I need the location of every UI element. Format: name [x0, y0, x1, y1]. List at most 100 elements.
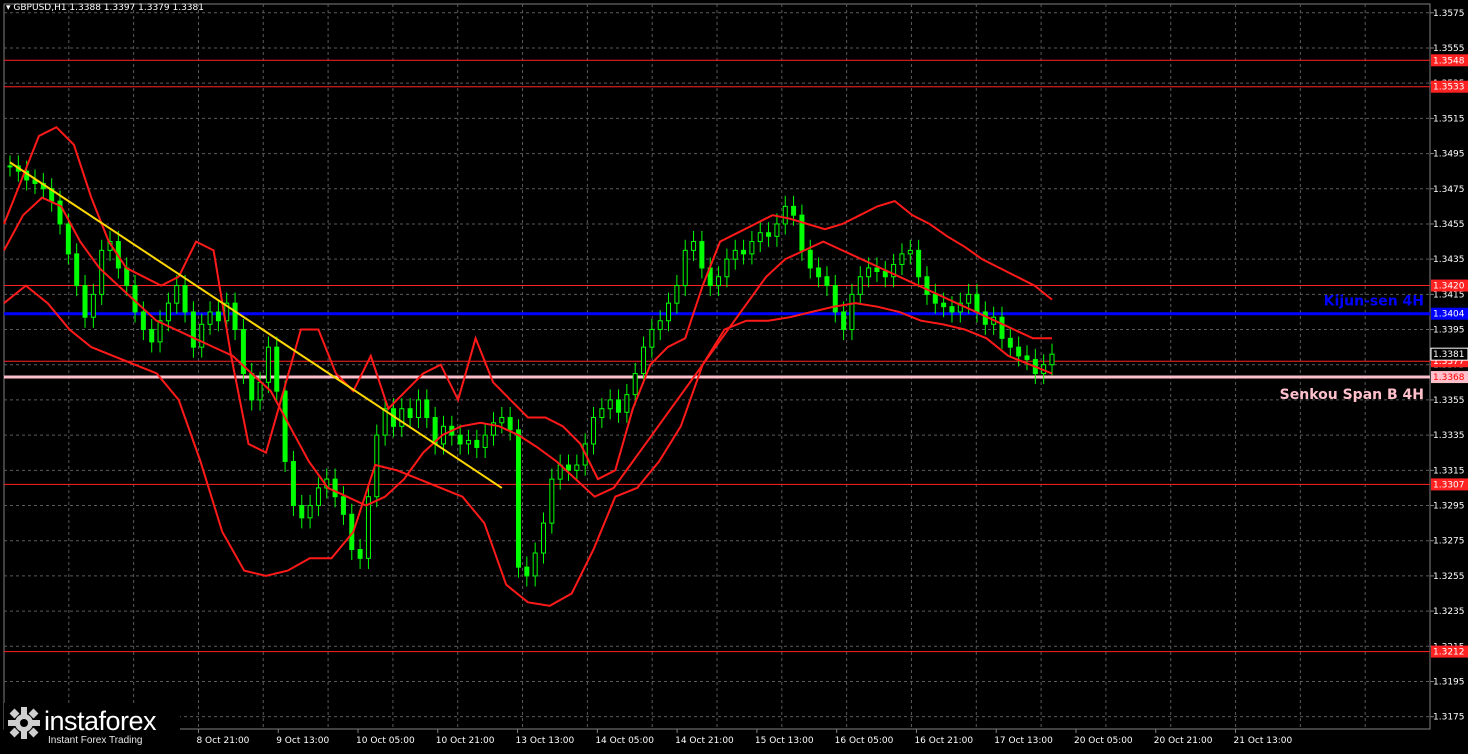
- candle-body: [866, 267, 872, 278]
- y-tick-label: 1.3515: [1433, 114, 1465, 124]
- watermark-tagline: Instant Forex Trading: [48, 735, 143, 746]
- moving-average-line: [3, 196, 1052, 507]
- x-tick-label: 15 Oct 13:00: [755, 736, 814, 746]
- y-tick-label: 1.3455: [1433, 220, 1465, 230]
- y-tick-label: 1.3435: [1433, 255, 1465, 265]
- y-tick-label: 1.3335: [1433, 431, 1465, 441]
- candle-body: [682, 249, 688, 287]
- chart-canvas[interactable]: 1.35751.35551.35351.35151.34951.34751.34…: [0, 0, 1468, 750]
- x-tick-label: 20 Oct 05:00: [1074, 736, 1133, 746]
- candle-body: [716, 276, 722, 287]
- x-tick-label: 16 Oct 21:00: [914, 736, 973, 746]
- candle-body: [624, 394, 630, 413]
- x-tick-label: 13 Oct 13:00: [516, 736, 575, 746]
- candle-body: [415, 399, 421, 419]
- dropdown-triangle-icon[interactable]: ▾: [6, 3, 11, 13]
- candle-body: [699, 241, 705, 269]
- bollinger-upper-band: [3, 125, 1053, 481]
- watermark: instaforex Instant Forex Trading: [4, 703, 180, 749]
- price-level-label: 1.3548: [1433, 56, 1465, 66]
- candle-body: [532, 552, 538, 577]
- candle-body: [424, 399, 430, 419]
- instaforex-logo-icon: [8, 707, 40, 739]
- candle-body: [1016, 346, 1022, 357]
- candle-body: [774, 223, 780, 237]
- candle-body: [691, 241, 697, 251]
- candle-body: [1007, 337, 1013, 348]
- candle-body: [641, 346, 647, 375]
- price-level-label: 1.3212: [1433, 648, 1465, 658]
- y-tick-label: 1.3495: [1433, 150, 1465, 160]
- candle-body: [357, 549, 363, 559]
- candle-body: [199, 323, 205, 348]
- symbol-ohlc-title: ▾ GBPUSD,H1 1.3388 1.3397 1.3379 1.3381: [6, 3, 204, 13]
- candle-body: [407, 408, 413, 419]
- candle-body: [616, 399, 622, 413]
- candle-body: [290, 461, 296, 507]
- candle-body: [165, 302, 171, 322]
- y-tick-label: 1.3235: [1433, 607, 1465, 617]
- x-tick-label: 9 Oct 13:00: [276, 736, 329, 746]
- candle-body: [457, 434, 463, 445]
- y-tick-label: 1.3415: [1433, 290, 1465, 300]
- candle-body: [541, 522, 547, 554]
- candle-body: [140, 311, 146, 331]
- candle-body: [515, 429, 521, 568]
- candle-body: [841, 311, 847, 331]
- candle-body: [857, 276, 863, 295]
- candle-body: [307, 505, 313, 519]
- x-tick-label: 10 Oct 21:00: [436, 736, 495, 746]
- candle-body: [74, 253, 80, 287]
- candle-body: [657, 320, 663, 331]
- candle-body: [724, 258, 730, 278]
- candle-body: [782, 205, 788, 225]
- candle-body: [757, 232, 763, 243]
- candle-body: [174, 285, 180, 304]
- watermark-brand: instaforex: [44, 706, 157, 736]
- candle-body: [332, 478, 338, 498]
- candle-body: [966, 293, 972, 304]
- x-tick-label: 21 Oct 13:00: [1234, 736, 1293, 746]
- candle-body: [524, 566, 530, 577]
- candle-body: [949, 306, 955, 313]
- x-tick-label: 14 Oct 05:00: [595, 736, 654, 746]
- candle-body: [274, 346, 280, 392]
- candle-body: [599, 408, 605, 419]
- candle-body: [924, 276, 930, 295]
- y-tick-label: 1.3315: [1433, 466, 1465, 476]
- candle-body: [182, 285, 188, 313]
- candle-body: [574, 464, 580, 471]
- x-tick-label: 10 Oct 05:00: [356, 736, 415, 746]
- candle-body: [149, 329, 155, 343]
- candle-body: [824, 276, 830, 287]
- candle-body: [299, 505, 305, 519]
- candle-body: [265, 346, 271, 383]
- candle-body: [207, 311, 213, 325]
- y-tick-label: 1.3195: [1433, 677, 1465, 687]
- candle-body: [232, 302, 238, 331]
- candle-body: [465, 439, 471, 445]
- candle-body: [882, 270, 888, 278]
- candle-body: [215, 311, 221, 322]
- y-tick-label: 1.3275: [1433, 537, 1465, 547]
- y-tick-label: 1.3255: [1433, 572, 1465, 582]
- price-chart[interactable]: 1.35751.35551.35351.35151.34951.34751.34…: [0, 0, 1468, 750]
- candle-body: [849, 293, 855, 331]
- candle-body: [257, 381, 263, 401]
- price-level-label: 1.3307: [1433, 480, 1465, 490]
- candle-body: [499, 417, 505, 424]
- candle-body: [932, 293, 938, 304]
- candle-body: [791, 205, 797, 216]
- candle-body: [799, 214, 805, 251]
- senkou-span-b-value: 1.3368: [1433, 373, 1465, 383]
- candle-body: [982, 311, 988, 325]
- downtrend-line: [9, 161, 503, 489]
- candle-body: [340, 496, 346, 515]
- x-tick-label: 17 Oct 13:00: [994, 736, 1053, 746]
- candle-body: [816, 267, 822, 278]
- senkou-span-b-label: Senkou Span B 4H: [1280, 387, 1424, 403]
- candle-body: [807, 249, 813, 269]
- candle-body: [1024, 355, 1030, 360]
- candle-body: [7, 165, 13, 168]
- candle-body: [916, 249, 922, 278]
